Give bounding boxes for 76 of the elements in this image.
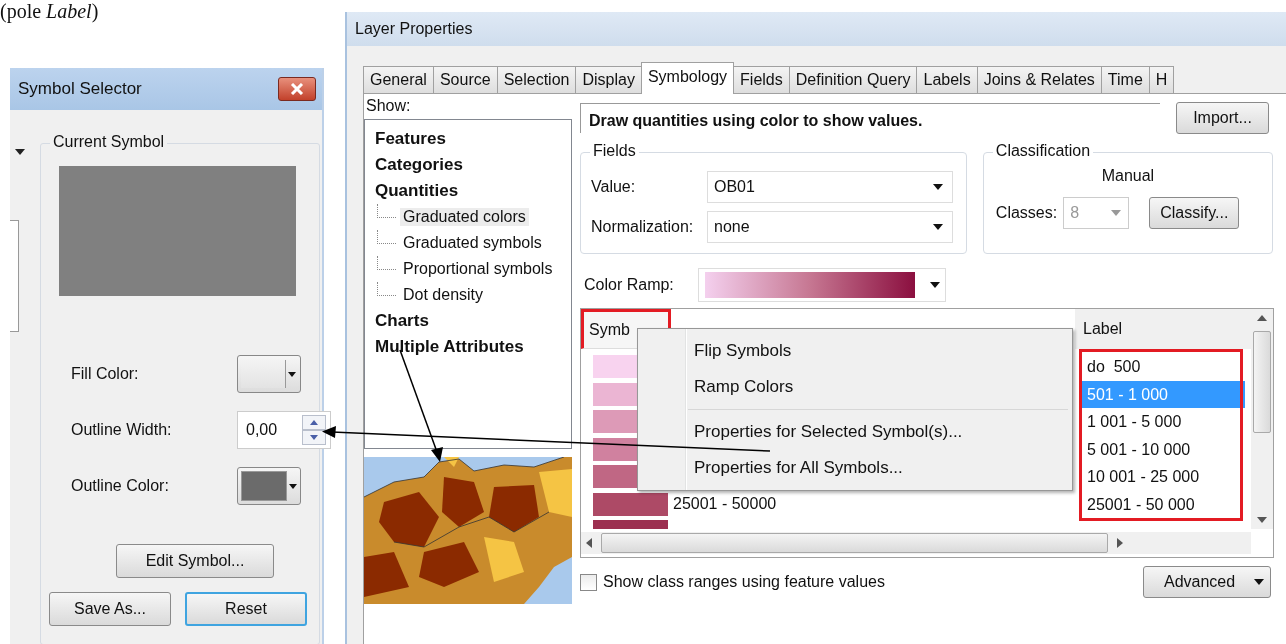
checkbox-label: Show class ranges using feature values xyxy=(603,573,885,591)
left-arrow-icon xyxy=(586,538,592,548)
tab[interactable]: General xyxy=(363,66,434,93)
tree-item[interactable]: Proportional symbols xyxy=(400,260,556,278)
dropdown-arrow-icon xyxy=(288,371,296,377)
checkbox[interactable] xyxy=(580,573,597,591)
dropdown-arrow-icon xyxy=(932,183,944,191)
tab[interactable]: Display xyxy=(575,66,642,93)
normalization-dropdown[interactable]: none xyxy=(707,211,953,243)
show-label: Show: xyxy=(365,96,412,116)
symbol-swatch[interactable] xyxy=(593,492,668,516)
tree-item[interactable]: Charts xyxy=(375,308,571,334)
table-cell[interactable]: do 500 xyxy=(1079,353,1245,381)
tree-item[interactable]: Quantities xyxy=(375,178,571,204)
dropdown-arrow-icon xyxy=(932,223,944,231)
outline-width-field[interactable]: 0,00 xyxy=(237,411,331,449)
tab[interactable]: Labels xyxy=(916,66,978,93)
caption-text: (pole Label) xyxy=(0,0,99,22)
value-dropdown[interactable]: OB01 xyxy=(707,171,953,203)
classification-method: Manual xyxy=(1100,167,1156,186)
right-arrow-icon xyxy=(1117,538,1123,548)
edit-symbol-button[interactable]: Edit Symbol... xyxy=(116,544,274,578)
advanced-button[interactable]: Advanced xyxy=(1143,566,1271,598)
dropdown-arrow-icon xyxy=(289,483,297,489)
tree-item[interactable]: Categories xyxy=(375,152,571,178)
color-ramp-dropdown[interactable] xyxy=(697,268,946,302)
classify-button[interactable]: Classify... xyxy=(1149,197,1240,229)
tab[interactable]: Time xyxy=(1100,66,1150,93)
tab[interactable]: H xyxy=(1148,66,1175,93)
field-label: Normalization: xyxy=(591,218,695,236)
table-cell[interactable]: 10 001 - 25 000 xyxy=(1079,463,1245,491)
field-label: Classes: xyxy=(995,204,1058,222)
vertical-scrollbar[interactable] xyxy=(1251,309,1273,529)
column-header[interactable]: Label xyxy=(1075,309,1251,349)
close-button[interactable] xyxy=(278,77,316,101)
dialog-button[interactable]: Save As... xyxy=(49,592,171,626)
window-title: Layer Properties xyxy=(355,20,473,38)
window-title: Symbol Selector xyxy=(18,79,142,99)
description-text: Draw quantities using color to show values. xyxy=(580,103,1160,133)
tree-item[interactable]: Graduated colors xyxy=(400,208,529,226)
table-cell: 25001 - 50000 xyxy=(673,495,777,513)
field-label: Outline Width: xyxy=(71,421,172,439)
tree-item[interactable]: Features xyxy=(375,126,571,152)
caret-icon xyxy=(14,148,26,156)
field-label: Value: xyxy=(591,178,637,196)
up-arrow-icon xyxy=(1257,315,1267,321)
table-cell[interactable]: 25001 - 50 000 xyxy=(1079,490,1245,518)
dropdown-arrow-icon xyxy=(1254,579,1264,585)
tree-item[interactable]: Graduated symbols xyxy=(400,234,545,252)
dropdown-arrow-icon xyxy=(1110,209,1123,217)
table-cell[interactable]: 1 001 - 5 000 xyxy=(1079,408,1245,436)
tab[interactable]: Fields xyxy=(733,66,790,93)
field-label: Color Ramp: xyxy=(584,276,674,294)
tab[interactable]: Source xyxy=(432,66,498,93)
menu-item[interactable]: Properties for All Symbols... xyxy=(638,450,1072,486)
dropdown-arrow-icon xyxy=(928,281,941,289)
import-button[interactable]: Import... xyxy=(1176,102,1269,134)
tree-item[interactable]: Multiple Attributes xyxy=(375,334,571,360)
spinner-icon xyxy=(302,415,326,445)
table-cell[interactable]: 5 001 - 10 000 xyxy=(1079,435,1245,463)
menu-item[interactable]: Ramp Colors xyxy=(638,369,1072,405)
tab[interactable]: Joins & Relates xyxy=(976,66,1102,93)
dialog-button[interactable]: Reset xyxy=(185,592,307,626)
tab[interactable]: Symbology xyxy=(640,62,735,94)
tab[interactable]: Definition Query xyxy=(788,66,918,93)
field-label: Outline Color: xyxy=(71,477,169,495)
tab[interactable]: Selection xyxy=(496,66,577,93)
menu-item[interactable]: Properties for Selected Symbol(s)... xyxy=(638,414,1072,450)
field-label: Fill Color: xyxy=(71,365,139,383)
fill-color-button[interactable] xyxy=(237,355,301,393)
close-icon xyxy=(289,83,305,95)
tree-item[interactable]: Dot density xyxy=(400,286,487,304)
outline-color-button[interactable] xyxy=(237,467,301,505)
down-arrow-icon xyxy=(1257,517,1267,523)
group-title: Current Symbol xyxy=(50,133,168,151)
horizontal-scrollbar[interactable] xyxy=(581,532,1251,554)
